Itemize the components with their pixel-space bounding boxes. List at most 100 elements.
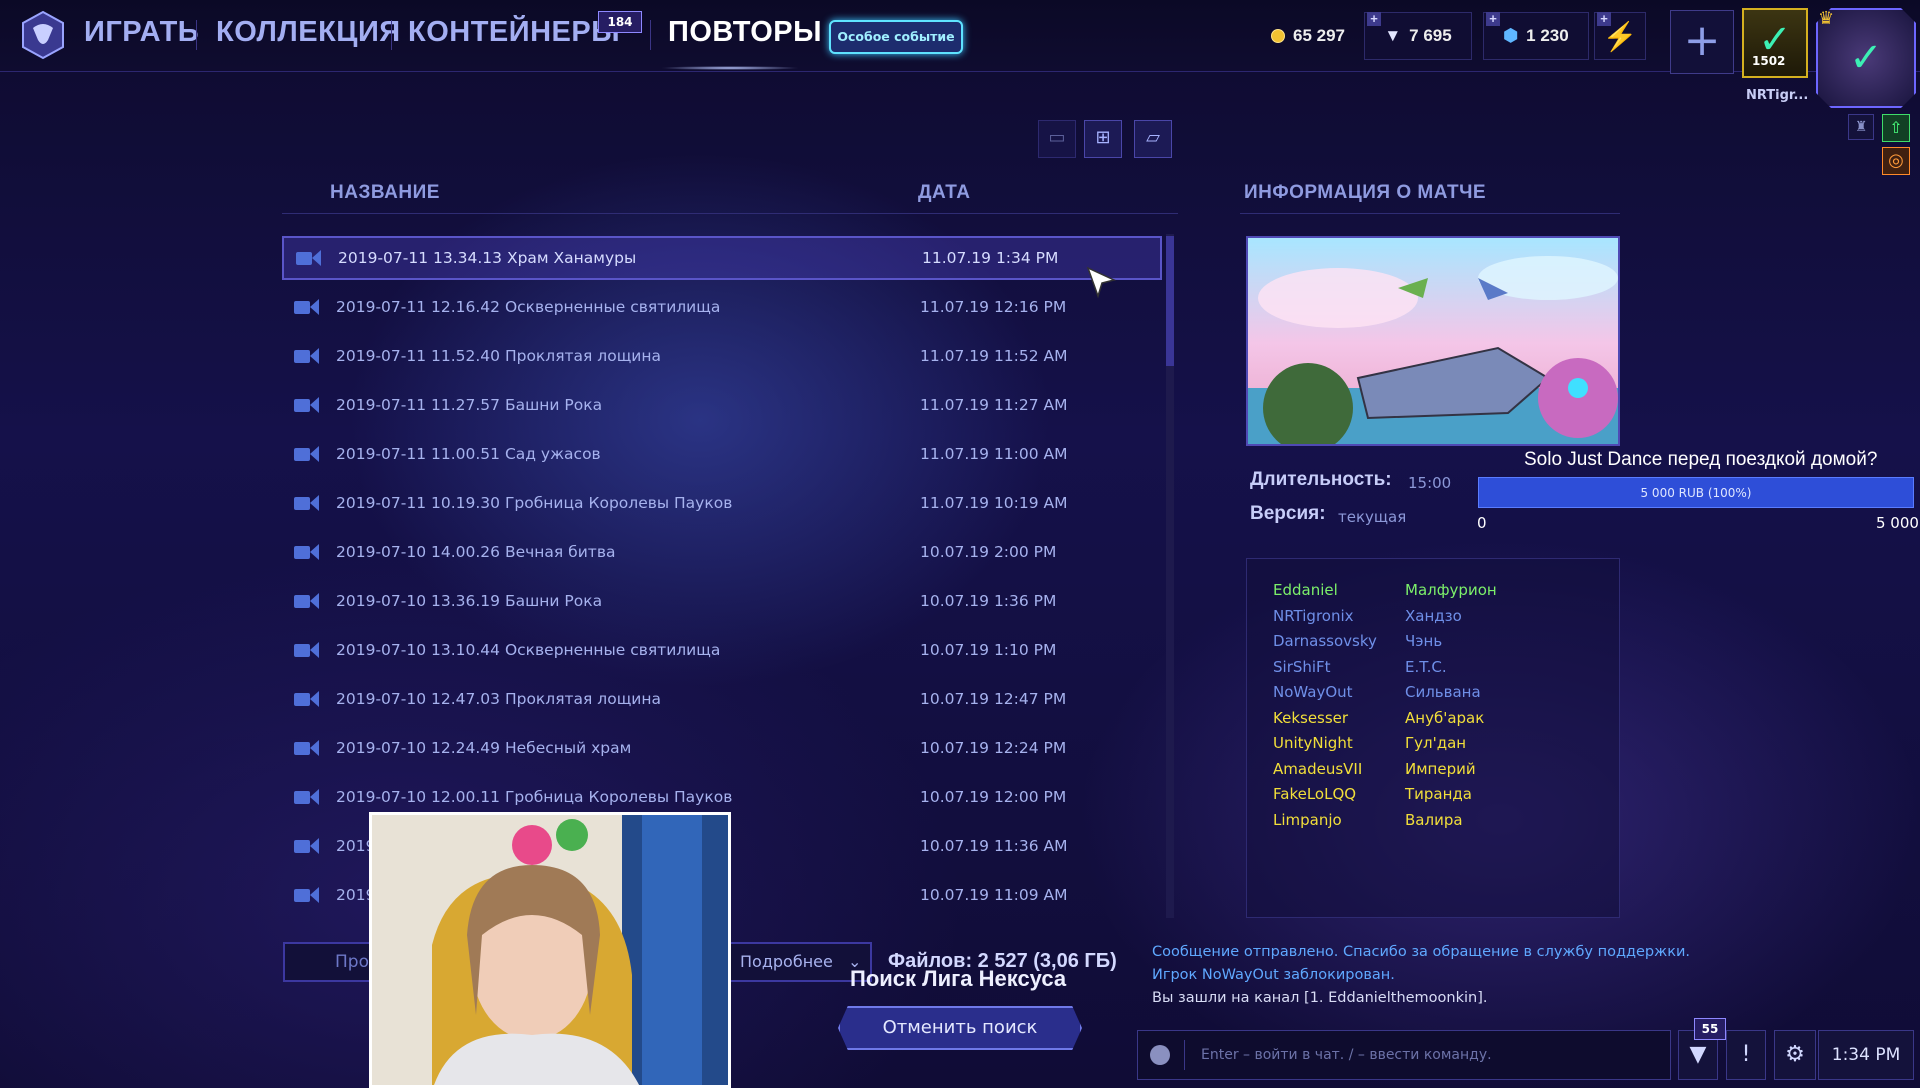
replay-row[interactable]: 2019-07-11 13.34.13 Храм Ханамуры 11.07.1… (282, 236, 1162, 280)
hero-name: Ануб'арак (1405, 708, 1485, 727)
player-name[interactable]: NoWayOut (1273, 683, 1353, 701)
chat-message: Сообщение отправлено. Спасибо за обращен… (1152, 944, 1690, 960)
column-header-name[interactable]: НАЗВАНИЕ (330, 182, 440, 204)
video-camera-icon (294, 299, 320, 315)
replay-row[interactable]: 2019-07-10 13.36.19 Башни Рока 10.07.19 1… (282, 579, 1162, 623)
replay-date: 10.07.19 12:00 PM (920, 788, 1067, 806)
player-name[interactable]: UnityNight (1273, 734, 1353, 752)
boost-button[interactable]: + ⚡ (1594, 12, 1646, 60)
crown-icon: ♛ (1818, 8, 1835, 29)
gold-coin-icon (1271, 29, 1285, 43)
player-name[interactable]: AmadeusVII (1273, 760, 1362, 778)
replay-date: 10.07.19 1:10 PM (920, 641, 1057, 659)
mouse-cursor-icon (1086, 266, 1116, 299)
player-name[interactable]: Eddaniel (1273, 581, 1338, 599)
add-friend-button[interactable]: + (1670, 10, 1734, 74)
replay-row[interactable]: 2019-07-11 11.27.57 Башни Рока 11.07.19 1… (282, 383, 1162, 427)
hero-name: Малфурион (1405, 581, 1497, 599)
nav-play[interactable]: ИГРАТЬ (84, 16, 199, 49)
nav-separator (391, 20, 392, 50)
webcam-overlay (369, 812, 731, 1088)
video-camera-icon (294, 642, 320, 658)
alerts-button[interactable]: ! (1726, 1030, 1766, 1080)
hero-name: Хандзо (1405, 606, 1462, 625)
replay-name: 2019-07-11 12.16.42 Оскверненные святили… (336, 298, 721, 316)
donation-max: 5 000 (1876, 514, 1919, 532)
player-name[interactable]: NRTigronix (1273, 607, 1354, 625)
video-camera-icon (294, 446, 320, 462)
plus-icon: + (1683, 15, 1721, 66)
column-header-date[interactable]: ДАТА (918, 182, 970, 204)
player-name[interactable]: NRTigr... (1746, 88, 1808, 103)
replay-name: 2019-07-10 12.00.11 Гробница Королевы Па… (336, 788, 733, 806)
replay-name: 2019-07-11 11.52.40 Проклятая лощина (336, 347, 662, 365)
replay-row[interactable]: 2019-07-11 12.16.42 Оскверненные святили… (282, 285, 1162, 329)
hero-name: Тиранда (1405, 785, 1472, 803)
chat-input[interactable]: Enter – войти в чат. / – ввести команду. (1137, 1030, 1671, 1080)
replay-name: 2019-07-11 11.27.57 Башни Рока (336, 396, 603, 414)
player-name[interactable]: Darnassovsky (1273, 632, 1377, 650)
quest-check-frame[interactable]: ✓ 1502 (1742, 8, 1808, 78)
new-folder-button[interactable]: ⊞ (1084, 120, 1122, 158)
player-name[interactable]: FakeLoLQQ (1273, 785, 1356, 803)
video-camera-icon (294, 887, 320, 903)
add-shards-icon[interactable]: + (1367, 12, 1381, 26)
replay-date: 10.07.19 1:36 PM (920, 592, 1057, 610)
video-camera-icon (294, 544, 320, 560)
video-camera-icon (294, 397, 320, 413)
hero-name: Валира (1405, 810, 1463, 829)
replay-row[interactable]: 2019-07-10 12.47.03 Проклятая лощина 10.0… (282, 677, 1162, 721)
replay-row[interactable]: 2019-07-10 12.24.49 Небесный храм 10.07.1… (282, 726, 1162, 770)
emoji-icon[interactable] (1150, 1045, 1170, 1065)
replay-name: 2019-07-10 12.24.49 Небесный храм (336, 739, 632, 757)
open-folder-button[interactable]: ▱ (1134, 120, 1172, 158)
hero-name: Сильвана (1405, 683, 1481, 701)
nav-separator (196, 20, 197, 50)
folder-icon: ▭ (1048, 127, 1066, 148)
nav-containers[interactable]: КОНТЕЙНЕРЫ (408, 16, 620, 49)
nav-collection[interactable]: КОЛЛЕКЦИЯ (216, 16, 401, 49)
special-event-button[interactable]: Особое событие (829, 20, 963, 54)
trophy-icon[interactable]: ♜ (1848, 114, 1874, 140)
chat-divider (1184, 1040, 1185, 1070)
containers-count-badge: 184 (598, 11, 642, 33)
folder-up-button[interactable]: ▭ (1038, 120, 1076, 158)
nexus-swirl-icon[interactable]: ◎ (1882, 147, 1910, 175)
replay-name: 2019-07-11 13.34.13 Храм Ханамуры (338, 249, 637, 267)
level-up-icon[interactable]: ⇧ (1882, 114, 1910, 142)
player-name[interactable]: Keksesser (1273, 709, 1348, 727)
players-panel: Eddaniel Малфурион NRTigronix Хандзо Darnass… (1246, 558, 1620, 918)
hero-name: Гул'дан (1405, 734, 1467, 752)
replay-row[interactable]: 2019-07-11 11.52.40 Проклятая лощина 11.0… (282, 334, 1162, 378)
replay-row[interactable]: 2019-07-10 14.00.26 Вечная битва 10.07.19… (282, 530, 1162, 574)
version-value: текущая (1338, 508, 1407, 526)
cancel-search-button[interactable]: Отменить поиск (838, 1006, 1082, 1050)
scrollbar-thumb[interactable] (1166, 236, 1174, 366)
replay-name: 2019-07-11 10.19.30 Гробница Королевы Па… (336, 494, 733, 512)
settings-button[interactable]: ⚙ (1774, 1030, 1816, 1080)
chat-message: Вы зашли на канал [1. Eddanielthemoonkin… (1152, 990, 1488, 1006)
gems-counter[interactable]: + ⬢ 1 230 (1483, 12, 1589, 60)
player-name[interactable]: SirShiFt (1273, 658, 1331, 676)
replay-row[interactable]: 2019-07-10 13.10.44 Оскверненные святили… (282, 628, 1162, 672)
gold-amount: 65 297 (1293, 26, 1345, 45)
replay-name: 2019-07-10 13.10.44 Оскверненные святили… (336, 641, 721, 659)
replay-date: 10.07.19 2:00 PM (920, 543, 1057, 561)
match-info-header: ИНФОРМАЦИЯ О МАТЧЕ (1244, 182, 1487, 203)
player-name[interactable]: Limpanjo (1273, 811, 1342, 829)
nav-replays[interactable]: ПОВТОРЫ (668, 16, 822, 49)
replay-date: 10.07.19 11:36 AM (920, 837, 1068, 855)
add-boost-icon[interactable]: + (1597, 12, 1611, 26)
replay-date: 11.07.19 11:00 AM (920, 445, 1068, 463)
donation-progress-text: 5 000 RUB (100%) (1640, 486, 1752, 500)
replay-name: 2019-07-11 11.00.51 Сад ужасов (336, 445, 601, 463)
replay-row[interactable]: 2019-07-11 10.19.30 Гробница Королевы Па… (282, 481, 1162, 525)
gem-icon: ⬢ (1503, 26, 1519, 45)
add-gems-icon[interactable]: + (1486, 12, 1500, 26)
shards-amount: 7 695 (1409, 26, 1452, 45)
replay-row[interactable]: 2019-07-11 11.00.51 Сад ужасов 11.07.19 1… (282, 432, 1162, 476)
shards-counter[interactable]: + ▼ 7 695 (1364, 12, 1472, 60)
hero-name: E.T.C. (1405, 657, 1447, 676)
video-camera-icon (294, 838, 320, 854)
heroes-logo-icon[interactable] (18, 10, 68, 60)
